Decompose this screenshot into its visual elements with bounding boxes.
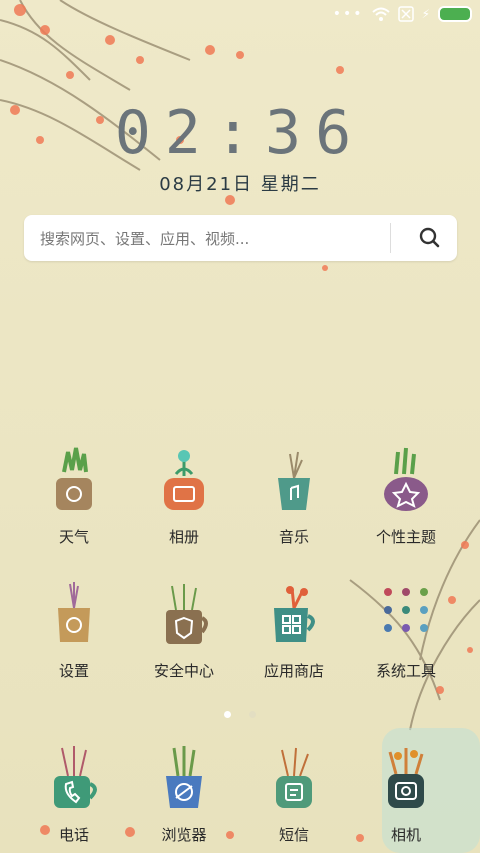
clock-date[interactable]: 08月21日 星期二 <box>0 170 480 196</box>
app-system-tools[interactable]: 系统工具 <box>356 578 456 681</box>
battery-icon <box>438 6 472 22</box>
status-bar: ••• ⚡ <box>0 0 480 28</box>
app-label: 音乐 <box>278 528 309 546</box>
app-label: 天气 <box>58 528 89 546</box>
search-bar[interactable] <box>24 215 457 263</box>
no-sim-icon <box>397 6 414 22</box>
app-label: 安全中心 <box>153 662 214 680</box>
charging-icon: ⚡ <box>421 7 430 21</box>
app-label: 系统工具 <box>375 662 436 680</box>
browser-icon <box>166 746 202 808</box>
settings-icon <box>58 582 90 642</box>
page-dot[interactable] <box>248 711 256 718</box>
search-divider <box>390 223 391 253</box>
app-music[interactable]: 音乐 <box>244 444 344 547</box>
app-camera[interactable]: 相机 <box>356 742 456 845</box>
app-themes[interactable]: 个性主题 <box>356 444 456 547</box>
themes-icon <box>384 447 428 511</box>
music-icon <box>278 451 310 510</box>
app-phone[interactable]: 电话 <box>24 742 124 845</box>
app-label: 浏览器 <box>161 826 207 844</box>
camera-icon <box>388 748 424 808</box>
app-settings[interactable]: 设置 <box>24 578 124 681</box>
messages-icon <box>276 747 312 808</box>
wifi-icon <box>371 7 390 21</box>
app-label: 相册 <box>168 528 199 546</box>
page-indicator[interactable] <box>0 703 480 722</box>
app-label: 相机 <box>390 826 421 844</box>
app-label: 应用商店 <box>263 662 324 680</box>
app-gallery[interactable]: 相册 <box>134 444 234 547</box>
app-label: 个性主题 <box>375 528 436 546</box>
page-dot-active[interactable] <box>224 711 232 718</box>
app-label: 电话 <box>58 826 89 844</box>
more-icon: ••• <box>332 6 364 22</box>
search-icon[interactable] <box>415 223 445 253</box>
tools-folder-icon <box>384 588 428 632</box>
app-store[interactable]: 应用商店 <box>244 578 344 681</box>
app-weather[interactable]: 天气 <box>24 444 124 547</box>
app-browser[interactable]: 浏览器 <box>134 742 234 845</box>
app-security[interactable]: 安全中心 <box>134 578 234 681</box>
app-messages[interactable]: 短信 <box>244 742 344 845</box>
weather-icon <box>56 447 92 510</box>
store-icon <box>274 586 315 642</box>
search-input[interactable] <box>38 215 382 263</box>
phone-icon <box>54 746 97 808</box>
app-label: 设置 <box>58 662 89 680</box>
security-icon <box>166 584 208 644</box>
gallery-icon <box>164 450 204 510</box>
clock-time[interactable]: 02:36 <box>0 98 480 168</box>
app-label: 短信 <box>278 826 309 844</box>
